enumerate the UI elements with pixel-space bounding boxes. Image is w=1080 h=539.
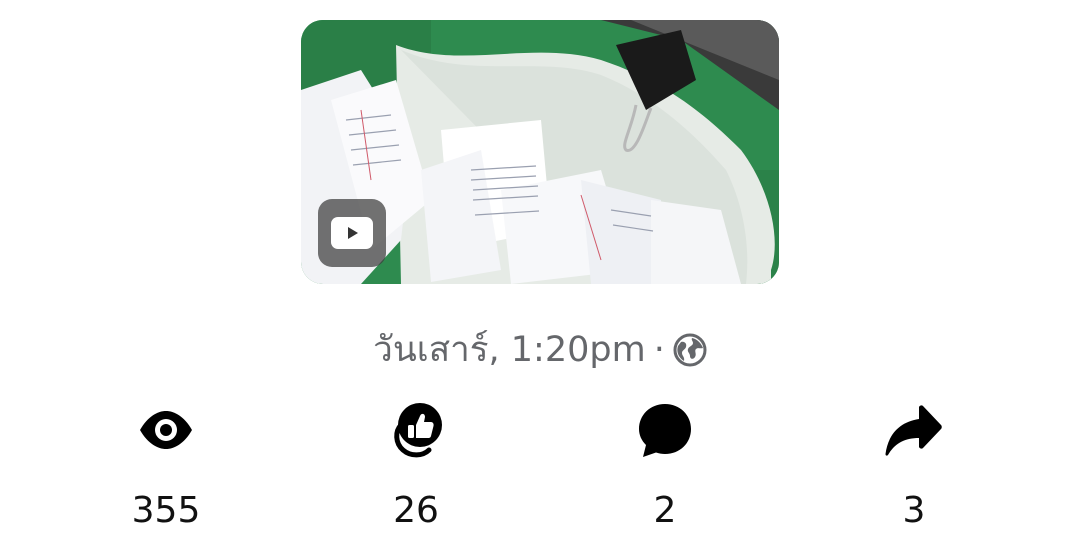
post-timestamp[interactable]: วันเสาร์, 1:20pm [373,330,646,370]
reactions-count[interactable]: 26 [356,488,476,534]
views-icon-wrapper [136,400,196,460]
eye-icon [140,411,192,449]
video-play-icon [331,217,373,249]
post-video-thumbnail[interactable] [301,20,779,284]
share-button[interactable] [884,400,944,460]
post-meta-line: วันเสาร์, 1:20pm · [0,326,1080,374]
globe-icon[interactable] [673,333,707,367]
reactions-button[interactable] [386,400,446,460]
comment-bubble-icon [639,404,691,457]
views-count: 355 [131,490,201,531]
share-arrow-icon [885,405,942,456]
like-reaction-icon [394,403,442,458]
meta-separator: · [653,330,665,370]
shares-count[interactable]: 3 [854,488,974,534]
comments-button[interactable] [635,400,695,460]
comments-count[interactable]: 2 [605,488,725,534]
video-badge [318,199,386,267]
